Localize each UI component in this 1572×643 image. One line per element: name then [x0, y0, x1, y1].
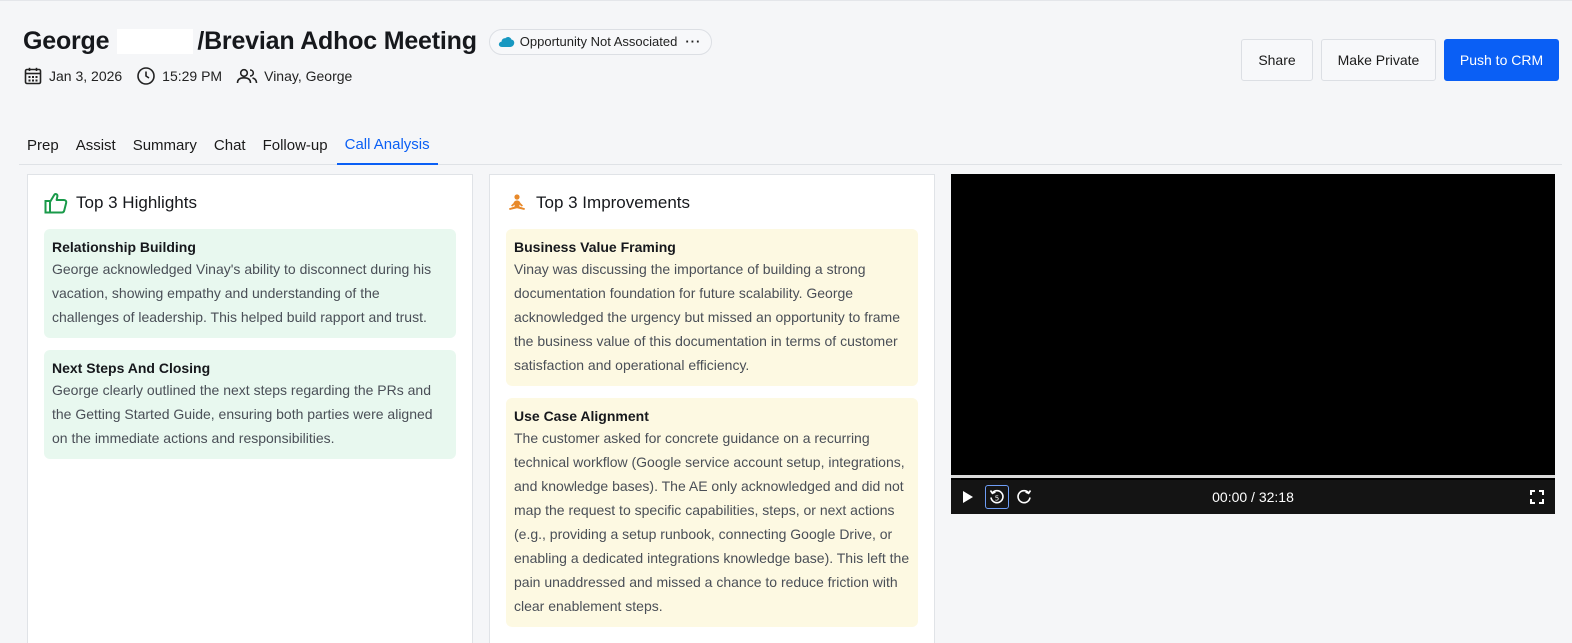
- forward-icon[interactable]: [1015, 488, 1033, 506]
- meeting-meta: Jan 3, 2026 15:29 PM Vinay, George: [23, 66, 712, 86]
- opportunity-badge-label: Opportunity Not Associated: [519, 34, 678, 49]
- improvements-title: Top 3 Improvements: [536, 193, 691, 212]
- improvements-card: Top 3 Improvements Business Value Framin…: [489, 174, 935, 643]
- video-time: 00:00 / 32:18: [1212, 489, 1294, 505]
- improvement-item-title: Use Case Alignment: [514, 408, 649, 424]
- tab-prep[interactable]: Prep: [19, 125, 67, 165]
- highlight-item-title: Relationship Building: [52, 239, 196, 255]
- meeting-date: Jan 3, 2026: [23, 66, 122, 86]
- improvement-item: Business Value Framing Vinay was discuss…: [506, 229, 918, 386]
- highlight-item-title: Next Steps And Closing: [52, 360, 211, 376]
- meditation-icon: [509, 194, 525, 210]
- tab-call-analysis[interactable]: Call Analysis: [336, 125, 438, 165]
- make-private-button[interactable]: Make Private: [1321, 39, 1436, 81]
- improvements-header: Top 3 Improvements: [506, 191, 934, 215]
- highlights-card: Top 3 Highlights Relationship Building G…: [27, 174, 473, 643]
- meeting-time: 15:29 PM: [136, 66, 222, 86]
- clock-icon: [137, 67, 155, 85]
- svg-text:5: 5: [995, 495, 999, 503]
- tab-summary[interactable]: Summary: [125, 125, 205, 165]
- meeting-participants: Vinay, George: [236, 66, 352, 86]
- meeting-time-text: 15:29 PM: [162, 68, 223, 84]
- fullscreen-icon[interactable]: [1529, 489, 1545, 505]
- improvement-item-body: Vinay was discussing the importance of b…: [514, 261, 901, 373]
- tab-chat[interactable]: Chat: [206, 125, 254, 165]
- video-controls: 5 00:00 / 32:18: [951, 480, 1555, 514]
- highlight-item-body: George clearly outlined the next steps r…: [52, 382, 433, 446]
- improvement-item-title: Business Value Framing: [514, 239, 676, 255]
- redacted-name: [117, 29, 194, 54]
- thumbs-up-icon: [44, 193, 68, 214]
- meeting-title: George /Brevian Adhoc Meeting: [23, 27, 477, 56]
- calendar-icon: [24, 67, 42, 85]
- video-progress-track[interactable]: [951, 475, 1555, 478]
- meeting-title-right: /Brevian Adhoc Meeting: [197, 27, 477, 55]
- title-row: George /Brevian Adhoc Meeting Opportunit…: [23, 27, 713, 56]
- highlight-item: Relationship Building George acknowledge…: [44, 229, 456, 338]
- participants-text: Vinay, George: [264, 68, 353, 84]
- meeting-header: George /Brevian Adhoc Meeting Opportunit…: [23, 27, 713, 86]
- opportunity-badge[interactable]: Opportunity Not Associated ···: [488, 28, 713, 55]
- share-button[interactable]: Share: [1241, 39, 1313, 81]
- tab-assist[interactable]: Assist: [68, 125, 124, 165]
- video-player[interactable]: 5 00:00 / 32:18: [951, 174, 1555, 514]
- push-to-crm-button[interactable]: Push to CRM: [1444, 39, 1559, 81]
- improvement-item: Use Case Alignment The customer asked fo…: [506, 398, 918, 627]
- highlights-title: Top 3 Highlights: [76, 193, 197, 212]
- salesforce-cloud-icon: [498, 36, 515, 48]
- header-actions: Share Make Private Push to CRM: [1233, 39, 1559, 81]
- highlights-header: Top 3 Highlights: [44, 191, 472, 215]
- improvement-item-body: The customer asked for concrete guidance…: [514, 430, 910, 614]
- people-icon: [236, 68, 258, 84]
- play-icon[interactable]: [959, 488, 977, 506]
- highlight-item: Next Steps And Closing George clearly ou…: [44, 350, 456, 459]
- meeting-title-left: George: [23, 27, 110, 55]
- rewind-icon[interactable]: 5: [985, 485, 1009, 509]
- highlight-item-body: George acknowledged Vinay's ability to d…: [52, 261, 432, 325]
- more-options-icon[interactable]: ···: [685, 34, 701, 49]
- meeting-date-text: Jan 3, 2026: [49, 68, 123, 84]
- tab-follow-up[interactable]: Follow-up: [255, 125, 336, 165]
- tab-bar: Prep Assist Summary Chat Follow-up Call …: [19, 125, 1562, 165]
